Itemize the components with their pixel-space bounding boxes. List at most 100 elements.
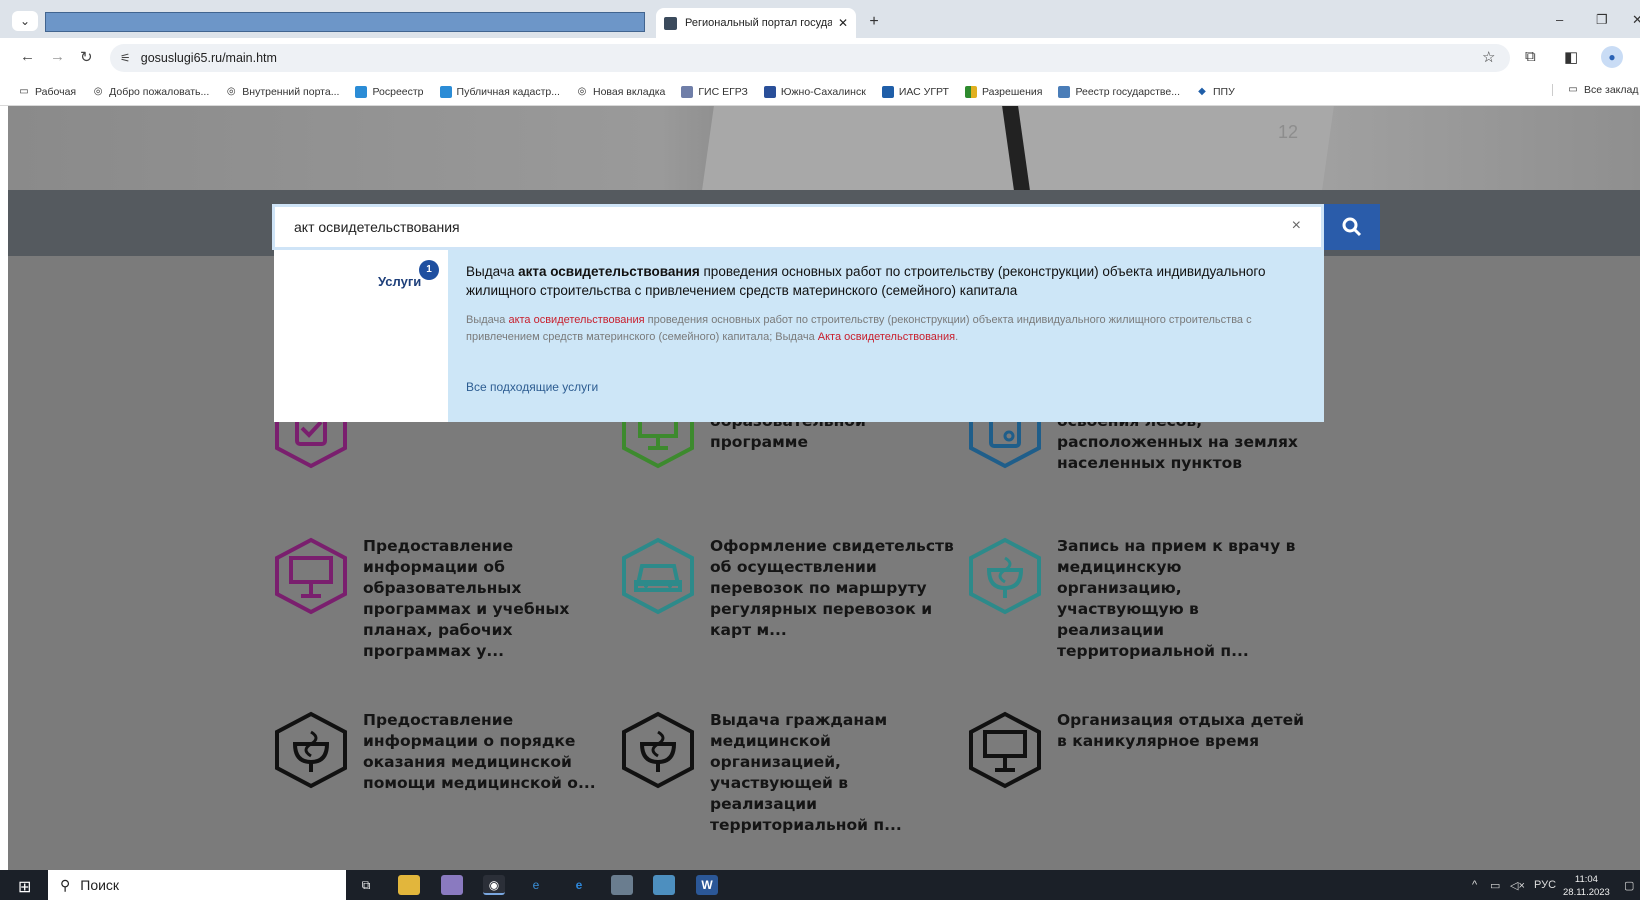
address-bar[interactable]: ⚟ gosuslugi65.ru/main.htm <box>110 44 1510 72</box>
clock-date: 28.11.2023 <box>1563 887 1610 898</box>
service-title: Выдача гражданам медицинской организацие… <box>710 711 902 834</box>
rosreestr-icon <box>355 85 368 98</box>
result-count-badge: 1 <box>419 260 439 280</box>
building-icon <box>881 85 894 98</box>
bookmark-item[interactable]: ГИС ЕГРЗ <box>681 85 748 98</box>
search-icon <box>1342 217 1362 237</box>
profile-avatar-icon[interactable]: ● <box>1601 46 1623 68</box>
service-title: Предоставление информации о порядке оказ… <box>363 711 596 792</box>
address-toolbar: ← → ↻ ⚟ gosuslugi65.ru/main.htm ☆ ⧉ ◧ ● <box>0 38 1640 78</box>
windows-start-icon[interactable]: ⊞ <box>18 877 31 897</box>
search-suggestions-dropdown: Услуги 1 Выдача акта освидетельствования… <box>274 250 1324 422</box>
globe-icon: ◎ <box>226 85 236 97</box>
tray-chevron-icon[interactable]: ^ <box>1472 879 1477 891</box>
bookmark-item[interactable]: Росреестр <box>355 85 424 98</box>
hero-banner: 12 <box>8 106 1640 190</box>
url-text: gosuslugi65.ru/main.htm <box>140 51 277 65</box>
diamond-icon: ◆ <box>1198 85 1206 97</box>
taskbar-search-input[interactable]: ⚲ Поиск <box>48 870 346 900</box>
medicine-icon <box>275 711 347 789</box>
chrome-icon[interactable]: ◉ <box>483 875 505 895</box>
service-card[interactable]: Организация отдыха детей в каникулярное … <box>965 710 1305 790</box>
bookmark-item[interactable]: ◎ Внутренний порта... <box>225 85 340 98</box>
network-icon[interactable]: ▭ <box>1490 879 1500 892</box>
bookmark-item[interactable]: ◆ ППУ <box>1196 86 1235 98</box>
reload-icon[interactable]: ↻ <box>80 48 93 66</box>
app-icon[interactable] <box>441 875 463 895</box>
search-icon: ⚲ <box>60 876 71 893</box>
service-title: Оформление свидетельств об осуществлении… <box>710 537 954 639</box>
search-input[interactable]: акт освидетельствования × <box>272 204 1324 250</box>
service-card[interactable]: Запись на прием к врачу в медицинскую ор… <box>965 536 1305 662</box>
volume-icon[interactable]: ◁× <box>1510 879 1525 892</box>
notifications-icon[interactable]: ▢ <box>1624 879 1634 892</box>
globe-icon: ◎ <box>93 85 103 97</box>
edge-icon[interactable]: e <box>568 875 590 895</box>
medicine-icon <box>622 711 694 789</box>
side-panel-icon[interactable]: ◧ <box>1564 48 1578 66</box>
back-arrow-icon[interactable]: ← <box>20 48 35 65</box>
car-icon <box>622 537 694 615</box>
site-favicon-icon <box>664 16 677 30</box>
billboard-icon <box>969 711 1041 789</box>
suggestion-item[interactable]: Выдача акта освидетельствования проведен… <box>466 262 1306 300</box>
bookmark-star-icon[interactable]: ☆ <box>1482 48 1495 66</box>
rosreestr-icon <box>439 85 452 98</box>
minimize-button[interactable]: – <box>1556 12 1563 27</box>
file-explorer-icon[interactable] <box>398 875 420 895</box>
new-tab-button[interactable]: + <box>864 12 884 32</box>
taskbar-clock[interactable]: 11:04 28.11.2023 <box>1563 873 1610 899</box>
city-icon <box>763 85 776 98</box>
hero-notebook-number: 12 <box>1278 122 1299 142</box>
service-card[interactable]: Предоставление информации о порядке оказ… <box>271 710 611 794</box>
browser-tab-strip: ⌄ Региональный портал государ ✕ + – ❐ ✕ <box>0 0 1640 38</box>
bookmark-item[interactable]: ◎ Добро пожаловать... <box>92 85 210 98</box>
bookmarks-bar: ▭ Рабочая ◎ Добро пожаловать... ◎ Внутренни… <box>0 78 1640 106</box>
search-button[interactable] <box>1324 204 1380 250</box>
bookmark-item[interactable]: Южно-Сахалинск <box>763 85 866 98</box>
service-title: Организация отдыха детей в каникулярное … <box>1057 711 1304 750</box>
suggestion-category: Услуги 1 <box>274 250 448 422</box>
bookmark-item[interactable]: ▭ Рабочая <box>18 86 76 98</box>
bookmark-item[interactable]: Публичная кадастр... <box>439 85 560 98</box>
service-title: Запись на прием к врачу в медицинскую ор… <box>1057 537 1296 660</box>
selected-tab-highlight[interactable] <box>45 12 645 32</box>
restore-button[interactable]: ❐ <box>1596 12 1608 28</box>
search-input-value: акт освидетельствования <box>294 219 460 235</box>
service-card[interactable]: Предоставление информации об образовател… <box>271 536 611 662</box>
folder-icon: ▭ <box>19 85 29 97</box>
close-window-button[interactable]: ✕ <box>1632 12 1640 28</box>
globe-icon: ◎ <box>577 85 587 97</box>
service-card[interactable]: Оформление свидетельств об осуществлении… <box>618 536 958 641</box>
bookmark-item[interactable]: ◎ Новая вкладка <box>576 85 666 98</box>
forward-arrow-icon[interactable]: → <box>50 48 65 65</box>
service-title: Предоставление информации об образовател… <box>363 537 570 660</box>
emblem-icon <box>681 85 694 98</box>
bookmark-item[interactable]: Реестр государстве... <box>1058 85 1180 98</box>
app-icon[interactable] <box>653 875 675 895</box>
site-info-icon[interactable]: ⚟ <box>120 51 131 65</box>
task-view-icon[interactable]: ⧉ <box>355 875 377 895</box>
chart-icon <box>964 85 977 98</box>
tab-search-button[interactable]: ⌄ <box>12 11 38 31</box>
category-label: Услуги <box>378 274 422 289</box>
service-card[interactable]: Выдача гражданам медицинской организацие… <box>618 710 958 836</box>
windows-taskbar: ⊞ ⚲ Поиск ⧉ ◉ e e W ^ ▭ ◁× РУС 11:04 28.… <box>0 870 1640 900</box>
tab-title: Региональный портал государ <box>685 17 832 29</box>
tab-close-icon[interactable]: ✕ <box>838 16 848 30</box>
clock-time: 11:04 <box>1574 874 1598 885</box>
bookmark-item[interactable]: ИАС УГРТ <box>881 85 949 98</box>
suggestion-results: Выдача акта освидетельствования проведен… <box>448 250 1324 422</box>
language-indicator[interactable]: РУС <box>1534 879 1556 891</box>
all-bookmarks-button[interactable]: ▭ Все заклад <box>1552 84 1638 96</box>
medicine-icon <box>969 537 1041 615</box>
all-matching-services-link[interactable]: Все подходящие услуги <box>466 380 1306 394</box>
internet-explorer-icon[interactable]: e <box>525 875 547 895</box>
word-icon[interactable]: W <box>696 875 718 895</box>
bookmark-item[interactable]: Разрешения <box>964 85 1042 98</box>
active-tab[interactable]: Региональный портал государ ✕ <box>656 8 856 38</box>
suggestion-description: Выдача акта освидетельствования проведен… <box>466 314 1252 343</box>
app-icon[interactable] <box>611 875 633 895</box>
extensions-icon[interactable]: ⧉ <box>1525 48 1536 65</box>
clear-search-icon[interactable]: × <box>1292 217 1301 235</box>
